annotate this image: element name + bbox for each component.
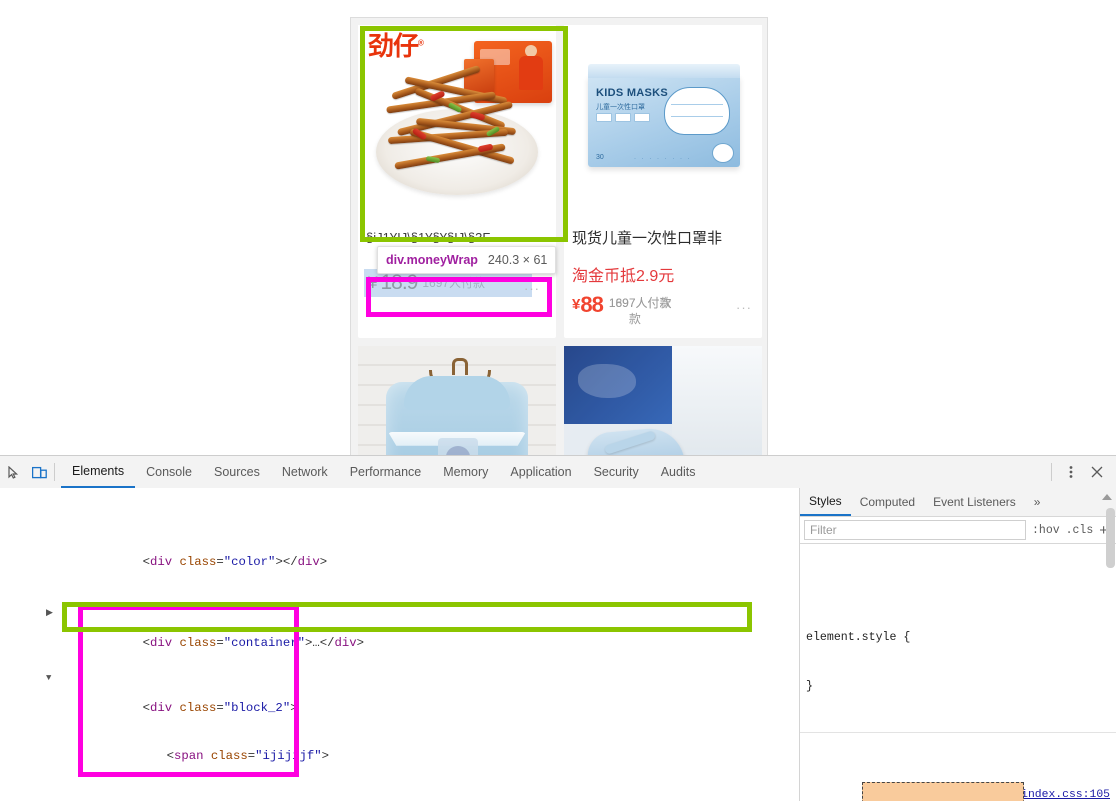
product-title: 现货儿童一次性口罩非 [572,230,723,247]
person-payment-wrap: 款 [628,311,641,326]
person-payment-count: 1697人付款 [422,276,486,290]
product-image-spicy-fish-snack: 劲仔® [358,25,556,223]
scroll-up-arrow-icon[interactable] [1102,494,1112,500]
product-card[interactable] [564,345,762,455]
price-value: 18.9 [380,271,418,294]
device-toolbar-icon[interactable] [26,456,52,488]
tooltip-dimensions: 240.3 × 61 [487,253,548,267]
dom-tree-pane[interactable]: <div class="color"></div> ▶ <div class="… [0,488,800,801]
tab-security[interactable]: Security [583,456,650,488]
currency-symbol: ¥ [572,295,581,313]
tooltip-selector: div.moneyWrap [386,253,478,267]
tab-computed[interactable]: Computed [851,488,924,516]
brand-logo: 劲仔® [368,31,424,61]
styles-rules: element.style { } index.css:105 .box .mo… [800,544,1116,801]
styles-pane[interactable]: Styles Computed Event Listeners » Filter… [800,488,1116,801]
product-image-kids-masks-box: KIDS MASKS 儿童一次性口罩 30 · · · · · · · · [564,25,762,223]
tab-network[interactable]: Network [271,456,339,488]
product-image-blue-hoodie [358,345,556,455]
dom-row[interactable]: <span class="ijijijf"> [0,732,799,763]
rendered-page-frame: 劲仔® §iJ1¥IJ\§1¥§¥§IJ\§3F ¥ 18.9 1697人付款 … [350,17,768,455]
dom-row[interactable]: ▼ <div class="block_2"> [0,667,799,714]
expand-triangle-icon[interactable]: ▶ [46,605,53,621]
style-rule-element-style[interactable]: element.style { } [800,593,1116,734]
toolbar-right-group [1049,456,1116,488]
dom-text-node[interactable]: §iJ1¥IJ\§1¥§¥§IJ\§3F [0,797,799,801]
tab-application[interactable]: Application [499,456,582,488]
close-icon[interactable] [1084,456,1110,488]
rule-close: } [806,680,813,694]
product-grid: 劲仔® §iJ1¥IJ\§1¥§¥§IJ\§3F ¥ 18.9 1697人付款 … [358,25,762,455]
person-payment-overlay: 1897人付次 [608,295,672,310]
inspect-cursor-icon[interactable] [0,456,26,488]
tab-elements[interactable]: Elements [61,456,136,488]
price-value: 88 [580,291,604,317]
scrollbar-thumb[interactable] [1106,508,1115,568]
inspector-tooltip: div.moneyWrap 240.3 × 61 [377,246,557,274]
product-promo-text: 淘金币抵2.9元 [572,268,675,285]
dom-row[interactable]: ▶ <div class="container">…</div> [0,602,799,649]
tab-styles[interactable]: Styles [800,488,851,516]
rule-source-link[interactable]: index.css:105 [1021,787,1110,801]
tab-console[interactable]: Console [135,456,203,488]
currency-symbol: ¥ [368,273,378,292]
tab-audits[interactable]: Audits [650,456,707,488]
devtools-body: <div class="color"></div> ▶ <div class="… [0,488,1116,801]
tab-event-listeners[interactable]: Event Listeners [924,488,1025,516]
hov-toggle-button[interactable]: :hov [1032,524,1060,537]
more-options-icon[interactable]: ··· [524,281,540,296]
screen-root: 劲仔® §iJ1¥IJ\§1¥§¥§IJ\§3F ¥ 18.9 1697人付款 … [0,0,1116,801]
kebab-menu-icon[interactable] [1058,456,1084,488]
collapse-triangle-icon[interactable]: ▼ [46,670,51,686]
styles-filter-input[interactable]: Filter [804,520,1027,540]
devtools-toolbar: Elements Console Sources Network Perform… [0,456,1116,489]
toolbar-divider [54,463,55,481]
tab-memory[interactable]: Memory [432,456,499,488]
more-options-icon[interactable]: ··· [736,300,752,315]
toolbar-divider [1051,463,1052,481]
product-card[interactable]: 劲仔® §iJ1¥IJ\§1¥§¥§IJ\§3F ¥ 18.9 1697人付款 … [358,25,556,338]
styles-tab-bar: Styles Computed Event Listeners » [800,488,1116,517]
devtools-panel: Elements Console Sources Network Perform… [0,455,1116,801]
tab-performance[interactable]: Performance [339,456,433,488]
tab-sources[interactable]: Sources [203,456,271,488]
styles-scrollbar[interactable] [1102,490,1115,790]
product-image-blue-baby-shoes [564,345,762,455]
price-row: ¥ 88 1697人付款 1897人付次 款 ··· [564,288,762,338]
styles-filter-bar: Filter :hov .cls + [800,517,1116,544]
cls-toggle-button[interactable]: .cls [1066,524,1094,537]
devtools-tab-bar: Elements Console Sources Network Perform… [61,456,706,488]
product-card[interactable]: KIDS MASKS 儿童一次性口罩 30 · · · · · · · · 现货… [564,25,762,338]
tab-overflow-chevron[interactable]: » [1025,488,1050,516]
rule-selector: element.style { [806,631,911,645]
dom-tree: <div class="color"></div> ▶ <div class="… [0,488,799,801]
box-model-diagram[interactable]: margin - [862,782,1024,801]
page-viewport: 劲仔® §iJ1¥IJ\§1¥§¥§IJ\§3F ¥ 18.9 1697人付款 … [0,0,1116,455]
dom-row[interactable]: <div class="color"></div> [0,538,799,569]
product-card[interactable] [358,345,556,455]
